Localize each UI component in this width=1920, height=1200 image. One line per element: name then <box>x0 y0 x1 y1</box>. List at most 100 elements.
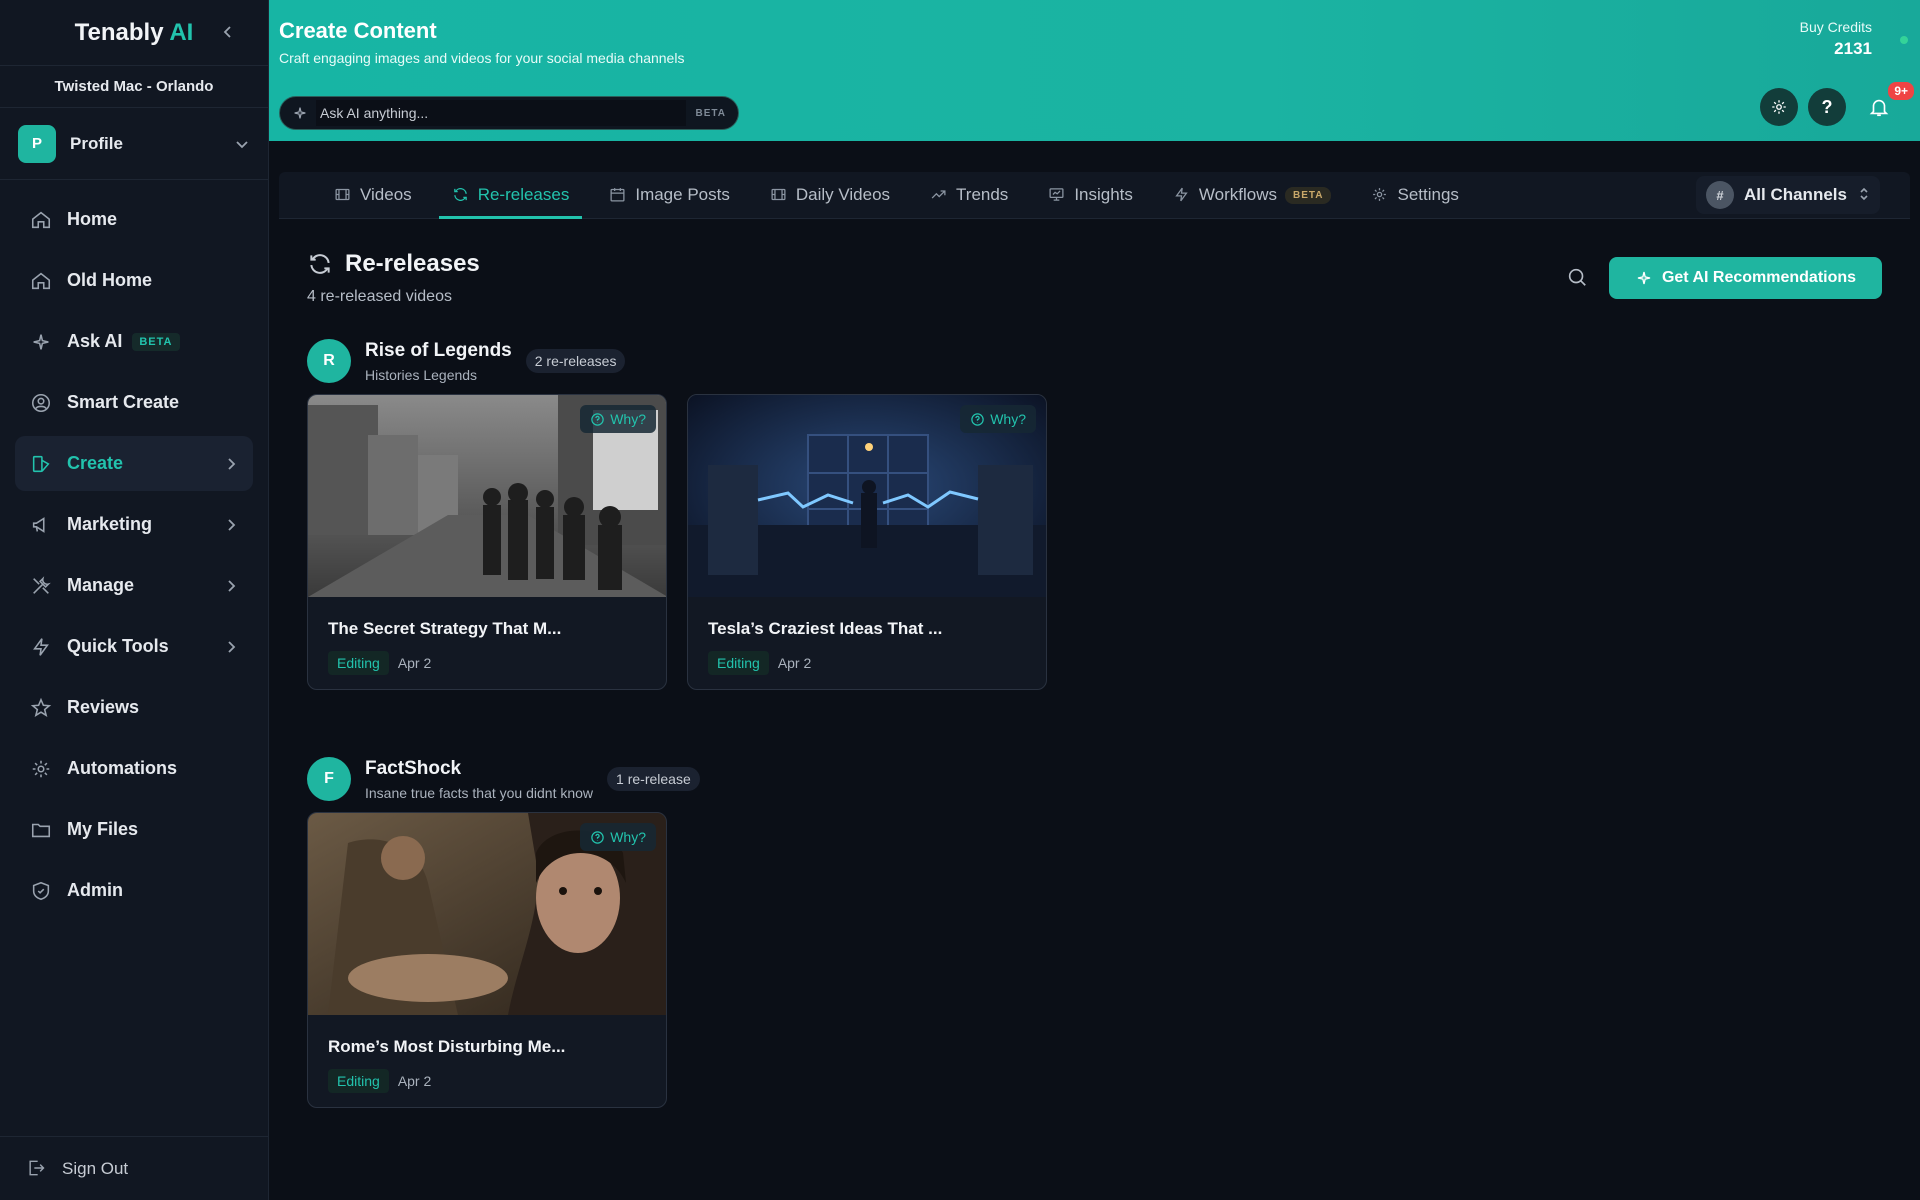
video-thumbnail: Why? <box>308 395 666 597</box>
profile-avatar: P <box>18 124 56 163</box>
get-ai-recommendations-button[interactable]: Get AI Recommendations <box>1609 257 1882 299</box>
star-icon <box>29 696 53 720</box>
gear-icon <box>1772 100 1786 114</box>
channel-name[interactable]: FactShock <box>365 758 593 780</box>
video-card[interactable]: Why? The Secret Strategy That M... Editi… <box>307 394 667 690</box>
beta-badge: BETA <box>1285 186 1332 204</box>
status-badge: Editing <box>328 1069 389 1093</box>
video-card[interactable]: Why? Rome’s Most Disturbing Me... Editin… <box>307 812 667 1108</box>
tab-label: Settings <box>1397 185 1459 204</box>
section-title: Re-releases <box>307 250 480 278</box>
sign-out-button[interactable]: Sign Out <box>0 1136 269 1200</box>
section-title-text: Re-releases <box>345 250 480 277</box>
sidebar-item-create[interactable]: Create <box>15 436 253 491</box>
chevron-right-icon <box>228 518 236 531</box>
tab-settings[interactable]: Settings <box>1358 172 1471 218</box>
video-date: Apr 2 <box>397 1073 432 1089</box>
help-button[interactable]: ? <box>1808 88 1846 126</box>
brand-row: Tenably AI <box>0 0 268 66</box>
why-button[interactable]: Why? <box>580 405 656 433</box>
help-circle-icon <box>970 412 985 427</box>
why-button[interactable]: Why? <box>960 405 1036 433</box>
channel-select[interactable]: # All Channels <box>1696 176 1880 214</box>
ask-ai-input[interactable] <box>316 100 686 126</box>
help-circle-icon <box>590 412 605 427</box>
bolt-icon <box>29 635 53 659</box>
tab-workflows[interactable]: Workflows BETA <box>1160 172 1345 218</box>
sidebar-item-admin[interactable]: Admin <box>15 863 253 918</box>
profile-switcher[interactable]: P Profile <box>0 108 268 180</box>
sidebar-item-reviews[interactable]: Reviews <box>15 680 253 735</box>
buy-credits[interactable]: Buy Credits 2131 <box>1800 19 1872 59</box>
hash-icon: # <box>1706 181 1734 209</box>
sidebar-item-old-home[interactable]: Old Home <box>15 253 253 308</box>
page-subtitle: Craft engaging images and videos for you… <box>279 50 685 66</box>
sidebar-item-smart-create[interactable]: Smart Create <box>15 375 253 430</box>
tab-trends[interactable]: Trends <box>917 172 1021 218</box>
channel-avatar: F <box>307 757 351 801</box>
channel-description: Histories Legends <box>365 366 478 383</box>
tab-label: Daily Videos <box>795 185 891 204</box>
sign-out-label: Sign Out <box>62 1158 129 1178</box>
channel-group-header: R Rise of Legends Histories Legends 2 re… <box>307 338 1047 384</box>
sparkle-icon <box>292 105 308 121</box>
why-label: Why? <box>990 411 1026 427</box>
org-name[interactable]: Twisted Mac - Orlando <box>0 66 268 108</box>
page-header: Create Content Craft engaging images and… <box>269 0 1920 141</box>
video-thumbnail: Why? <box>308 813 666 1015</box>
channel-name[interactable]: Rise of Legends <box>365 340 512 362</box>
status-badge: Editing <box>708 651 769 675</box>
bell-icon <box>1869 99 1889 117</box>
tab-daily-videos[interactable]: Daily Videos <box>757 172 903 218</box>
tab-image-posts[interactable]: Image Posts <box>596 172 743 218</box>
sidebar-item-label: Manage <box>67 575 135 595</box>
tab-label: Videos <box>360 185 412 204</box>
tab-label: Workflows <box>1198 185 1277 204</box>
shield-icon <box>29 879 53 903</box>
why-button[interactable]: Why? <box>580 823 656 851</box>
video-card[interactable]: Why? Tesla’s Craziest Ideas That ... Edi… <box>687 394 1047 690</box>
sidebar-nav: Home Old Home Ask AI BETA Smart Create C… <box>0 180 268 918</box>
sidebar-item-automations[interactable]: Automations <box>15 741 253 796</box>
tab-label: Trends <box>956 185 1009 204</box>
calendar-icon <box>609 186 627 204</box>
gear-icon <box>29 757 53 781</box>
sidebar-item-label: Reviews <box>67 697 140 717</box>
folder-icon <box>29 818 53 842</box>
sidebar-item-home[interactable]: Home <box>15 192 253 247</box>
tab-videos[interactable]: Videos <box>321 172 425 218</box>
re-release-count-badge: 2 re-releases <box>525 349 626 373</box>
tab-label: Insights <box>1074 185 1133 204</box>
sidebar-item-my-files[interactable]: My Files <box>15 802 253 857</box>
bolt-icon <box>1173 186 1191 204</box>
ai-button-label: Get AI Recommendations <box>1661 269 1857 286</box>
sidebar-item-label: Create <box>67 453 124 473</box>
ask-ai-bar: BETA <box>279 96 739 130</box>
collapse-sidebar-icon[interactable] <box>218 22 238 42</box>
content-tabs: Videos Re-releases Image Posts Daily Vid… <box>279 172 1910 219</box>
page-title: Create Content <box>279 18 437 43</box>
trend-icon <box>930 186 948 204</box>
sidebar-item-label: Home <box>67 209 118 229</box>
tab-re-releases[interactable]: Re-releases <box>438 172 583 219</box>
brand-logo[interactable]: Tenably AI <box>75 19 194 47</box>
logout-icon <box>26 1158 48 1180</box>
gear-icon <box>1371 186 1389 204</box>
tab-insights[interactable]: Insights <box>1035 172 1146 218</box>
search-icon[interactable] <box>1566 266 1590 290</box>
why-label: Why? <box>610 411 646 427</box>
sidebar-item-ask-ai[interactable]: Ask AI BETA <box>15 314 253 369</box>
brand-name: Tenably <box>74 18 164 46</box>
sidebar-item-label: My Files <box>67 819 139 839</box>
user-circle-icon <box>29 391 53 415</box>
help-circle-icon <box>590 830 605 845</box>
brand-suffix: AI <box>169 18 194 46</box>
notification-count-badge: 9+ <box>1886 80 1916 102</box>
chevron-right-icon <box>228 457 236 470</box>
sidebar-item-quick-tools[interactable]: Quick Tools <box>15 619 253 674</box>
sidebar-item-marketing[interactable]: Marketing <box>15 497 253 552</box>
sidebar-item-manage[interactable]: Manage <box>15 558 253 613</box>
video-title: The Secret Strategy That M... <box>328 619 562 638</box>
refresh-icon <box>307 251 333 277</box>
settings-button[interactable] <box>1760 88 1798 126</box>
